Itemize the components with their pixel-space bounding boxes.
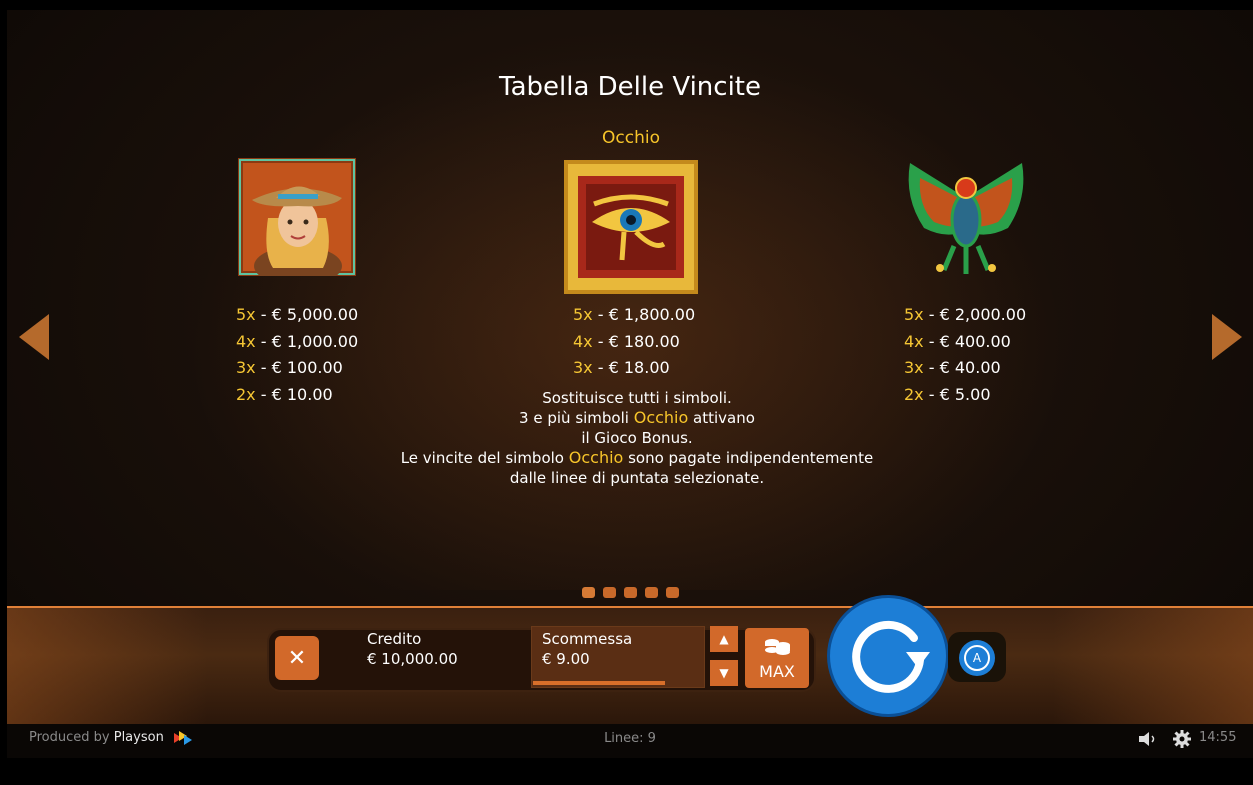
max-label: MAX <box>759 662 795 681</box>
multiplier: 4x <box>236 331 256 351</box>
symbol-description: Sostituisce tutti i simboli. 3 e più sim… <box>337 388 937 488</box>
pay-amount: € 18.00 <box>608 358 670 377</box>
pay-row: 5x - € 1,800.00 <box>573 302 695 329</box>
multiplier: 3x <box>904 358 924 377</box>
pagination-dot[interactable] <box>666 587 679 598</box>
pay-row: 3x - € 100.00 <box>236 355 358 382</box>
bet-increase-button[interactable]: ▲ <box>710 626 738 652</box>
pay-amount: € 100.00 <box>271 358 343 377</box>
pay-row: 3x - € 18.00 <box>573 355 695 382</box>
pay-row: 4x - € 1,000.00 <box>236 329 358 356</box>
previous-page-arrow-icon[interactable] <box>19 314 49 360</box>
separator: - <box>923 305 940 324</box>
control-panel: ✕ Credito € 10,000.00 Scommessa € 9.00 ▲… <box>7 598 1253 726</box>
explorer-woman-icon <box>238 158 356 276</box>
separator: - <box>255 358 272 377</box>
pay-amount: € 5,000.00 <box>271 305 359 324</box>
paytable-title: Tabella Delle Vincite <box>498 72 761 102</box>
separator: - <box>923 331 940 351</box>
lines-count: Linee: 9 <box>604 731 656 746</box>
settings-gear-icon[interactable] <box>1173 730 1191 748</box>
multiplier: 2x <box>236 384 256 404</box>
pay-row: 4x - € 180.00 <box>573 329 695 356</box>
eye-of-horus-icon <box>564 160 698 294</box>
symbol-name-occhio: Occhio <box>602 128 660 148</box>
pay-amount: € 1,800.00 <box>608 305 696 324</box>
spin-button[interactable] <box>830 598 946 714</box>
credit-label: Credito <box>367 630 422 648</box>
next-page-arrow-icon[interactable] <box>1212 314 1242 360</box>
pagination-dot[interactable] <box>582 587 595 598</box>
multiplier: 4x <box>904 331 924 351</box>
winged-scarab-icon <box>908 163 1024 274</box>
description-text: attivano <box>688 409 755 427</box>
bet-label: Scommessa <box>542 630 633 648</box>
sound-icon[interactable] <box>1139 731 1159 747</box>
multiplier: 3x <box>236 358 256 377</box>
pagination-dots <box>582 587 679 598</box>
max-bet-button[interactable]: MAX <box>745 628 809 688</box>
description-text: 3 e più simboli <box>519 409 634 427</box>
credit-value: € 10,000.00 <box>367 650 458 668</box>
pay-amount: € 5.00 <box>939 384 991 404</box>
autoplay-icon: A <box>964 645 990 671</box>
panel-decoration-left <box>7 608 207 726</box>
separator: - <box>255 384 272 404</box>
multiplier: 5x <box>904 305 924 324</box>
separator: - <box>592 358 609 377</box>
description-line: Le vincite del simbolo Occhio sono pagat… <box>337 448 937 468</box>
bet-decrease-button[interactable]: ▼ <box>710 660 738 686</box>
multiplier: 4x <box>573 331 593 351</box>
description-line: 3 e più simboli Occhio attivano <box>337 408 937 428</box>
autoplay-button[interactable]: A <box>959 640 995 676</box>
bet-level-bar <box>533 681 665 685</box>
pay-row: 5x - € 5,000.00 <box>236 302 358 329</box>
description-text: sono pagate indipendentemente <box>623 449 874 467</box>
separator: - <box>592 331 609 351</box>
pay-row: 5x - € 2,000.00 <box>904 302 1026 329</box>
pay-row: 3x - € 40.00 <box>904 355 1026 382</box>
separator: - <box>592 305 609 324</box>
description-line: Sostituisce tutti i simboli. <box>542 389 732 407</box>
pagination-dot[interactable] <box>603 587 616 598</box>
pay-amount: € 40.00 <box>939 358 1001 377</box>
separator: - <box>255 305 272 324</box>
panel-decoration-right <box>1053 608 1253 726</box>
description-line: il Gioco Bonus. <box>581 429 693 447</box>
pagination-dot[interactable] <box>624 587 637 598</box>
separator: - <box>255 331 272 351</box>
clock-time: 14:55 <box>1199 730 1237 745</box>
description-line: dalle linee di puntata selezionate. <box>509 469 765 487</box>
separator: - <box>923 358 940 377</box>
pay-amount: € 1,000.00 <box>271 331 359 351</box>
description-text: Le vincite del simbolo <box>400 449 569 467</box>
pay-row: 4x - € 400.00 <box>904 329 1026 356</box>
pagination-dot[interactable] <box>645 587 658 598</box>
spin-arrow-icon <box>852 620 930 693</box>
pay-amount: € 10.00 <box>271 384 333 404</box>
coins-icon <box>765 639 790 655</box>
multiplier: 3x <box>573 358 593 377</box>
bet-value: € 9.00 <box>542 650 590 668</box>
description-highlight: Occhio <box>568 448 624 467</box>
game-frame: Tabella Delle Vincite Occhio 5x - € 5,00… <box>7 10 1253 758</box>
paytable-column-2: 5x - € 1,800.00 4x - € 180.00 3x - € 18.… <box>573 302 695 382</box>
multiplier: 5x <box>236 305 256 324</box>
multiplier: 5x <box>573 305 593 324</box>
pay-amount: € 400.00 <box>939 331 1011 351</box>
pay-amount: € 2,000.00 <box>939 305 1027 324</box>
description-highlight: Occhio <box>633 408 689 427</box>
close-paytable-button[interactable]: ✕ <box>275 636 319 680</box>
pay-amount: € 180.00 <box>608 331 680 351</box>
